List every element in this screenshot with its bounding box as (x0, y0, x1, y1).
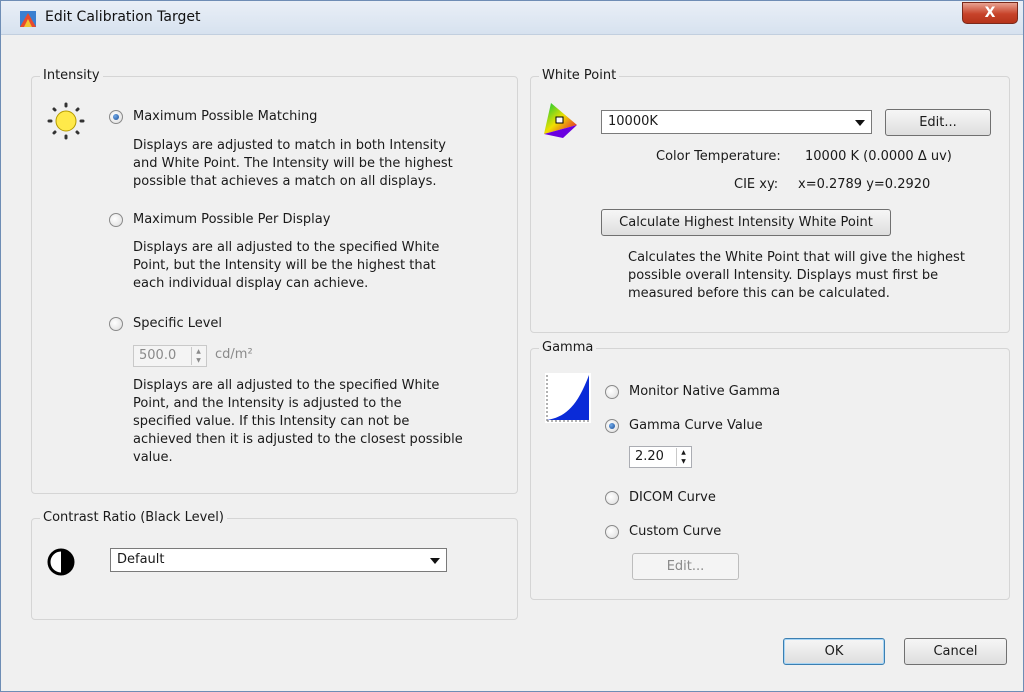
spin-up-icon[interactable]: ▲ (677, 448, 690, 457)
contrast-icon (47, 548, 75, 576)
radio-gamma-curve-value-label[interactable]: Gamma Curve Value (629, 418, 763, 433)
chevron-down-icon[interactable] (430, 558, 440, 564)
max-matching-description: Displays are adjusted to match in both I… (133, 138, 453, 189)
intensity-level-value: 500.0 (139, 348, 177, 363)
radio-specific-level[interactable] (109, 317, 123, 331)
radio-custom-curve[interactable] (605, 525, 619, 539)
contrast-select-value: Default (117, 552, 165, 567)
cancel-button[interactable]: Cancel (904, 638, 1007, 665)
title-bar[interactable]: Edit Calibration Target X (1, 1, 1023, 35)
gamma-value-updown[interactable]: ▲ ▼ (676, 448, 690, 466)
dialog-window: Edit Calibration Target X Intensity Maxi… (0, 0, 1024, 692)
gamma-group: Gamma Monitor Native Gamma Gamma Curve V… (530, 340, 1010, 600)
contrast-select[interactable]: Default (110, 548, 447, 572)
spin-down-icon[interactable]: ▼ (677, 457, 690, 466)
color-temperature-value: 10000 K (0.0000 Δ uv) (805, 149, 952, 164)
ok-button[interactable]: OK (783, 638, 885, 665)
radio-max-matching[interactable] (109, 110, 123, 124)
specific-level-description: Displays are all adjusted to the specifi… (133, 378, 463, 465)
cie-xy-label: CIE xy: (734, 177, 779, 192)
white-point-group-title: White Point (539, 68, 620, 83)
dialog-body: Intensity Maximum Possible Matching Disp… (9, 36, 1017, 686)
calculate-description: Calculates the White Point that will giv… (628, 250, 965, 301)
gamma-group-title: Gamma (539, 340, 597, 355)
calculate-white-point-button[interactable]: Calculate Highest Intensity White Point (601, 209, 891, 236)
close-button[interactable]: X (962, 2, 1018, 24)
radio-gamma-curve-value[interactable] (605, 419, 619, 433)
intensity-group-title: Intensity (40, 68, 103, 83)
radio-monitor-native-gamma[interactable] (605, 385, 619, 399)
max-per-display-description: Displays are all adjusted to the specifi… (133, 240, 440, 291)
intensity-level-updown[interactable]: ▲ ▼ (191, 347, 205, 365)
intensity-level-spinner[interactable]: 500.0 ▲ ▼ (133, 345, 207, 367)
spin-down-icon[interactable]: ▼ (192, 356, 205, 365)
radio-dicom-curve-label[interactable]: DICOM Curve (629, 490, 716, 505)
radio-monitor-native-gamma-label[interactable]: Monitor Native Gamma (629, 384, 780, 399)
gamma-value: 2.20 (635, 449, 664, 464)
custom-curve-edit-button[interactable]: Edit... (632, 553, 739, 580)
radio-max-per-display[interactable] (109, 213, 123, 227)
gamma-curve-icon (545, 373, 591, 423)
chromaticity-gamut-icon (544, 103, 577, 138)
intensity-group: Intensity Maximum Possible Matching Disp… (31, 68, 518, 494)
radio-dicom-curve[interactable] (605, 491, 619, 505)
white-point-edit-button[interactable]: Edit... (885, 109, 991, 136)
chevron-down-icon[interactable] (855, 120, 865, 126)
radio-max-matching-label[interactable]: Maximum Possible Matching (133, 109, 317, 124)
sun-icon (47, 102, 85, 140)
contrast-group: Contrast Ratio (Black Level) Default (31, 510, 518, 620)
radio-max-per-display-label[interactable]: Maximum Possible Per Display (133, 212, 330, 227)
contrast-group-title: Contrast Ratio (Black Level) (40, 510, 227, 525)
white-point-select[interactable]: 10000K (601, 110, 872, 134)
cie-xy-value: x=0.2789 y=0.2920 (798, 177, 931, 192)
window-title: Edit Calibration Target (45, 9, 201, 25)
white-point-select-value: 10000K (608, 114, 658, 129)
app-icon (20, 11, 36, 27)
gamma-value-spinner[interactable]: 2.20 ▲ ▼ (629, 446, 692, 468)
color-temperature-label: Color Temperature: (656, 149, 781, 164)
spin-up-icon[interactable]: ▲ (192, 347, 205, 356)
white-point-group: White Point 10000K Edit... Color Tempera… (530, 68, 1010, 333)
radio-specific-level-label[interactable]: Specific Level (133, 316, 222, 331)
radio-custom-curve-label[interactable]: Custom Curve (629, 524, 721, 539)
intensity-level-unit: cd/m² (215, 347, 253, 362)
